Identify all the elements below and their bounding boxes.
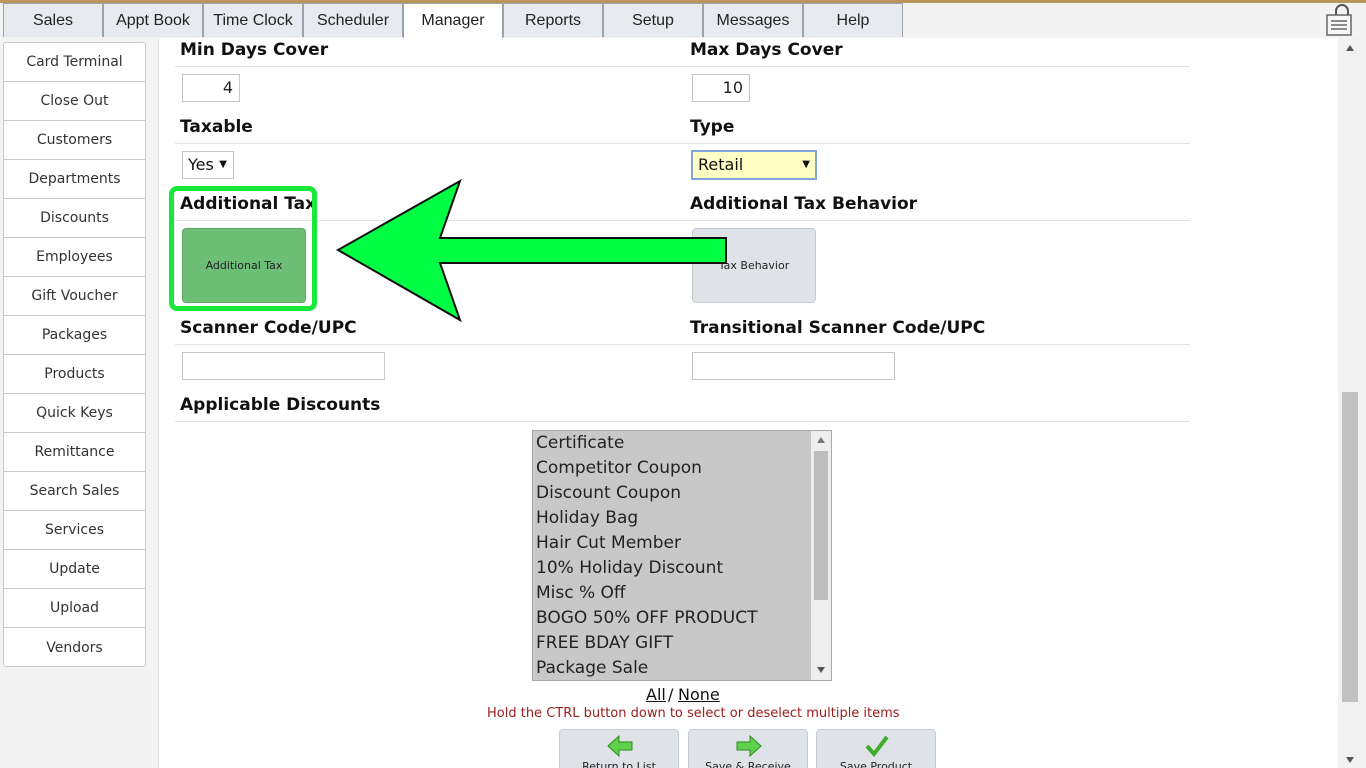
sidebar-item-gift-voucher[interactable]: Gift Voucher: [4, 277, 145, 316]
transitional-scanner-code-label: Transitional Scanner Code/UPC: [690, 318, 986, 338]
sidebar-item-discounts[interactable]: Discounts: [4, 199, 145, 238]
tab-manager[interactable]: Manager: [403, 3, 503, 38]
sidebar-item-update[interactable]: Update: [4, 550, 145, 589]
sidebar-item-search-sales[interactable]: Search Sales: [4, 472, 145, 511]
main-form-panel: Min Days Cover Max Days Cover 4 10 Taxab…: [158, 38, 1338, 768]
sidebar-item-card-terminal[interactable]: Card Terminal: [4, 43, 145, 82]
sidebar: Card Terminal Close Out Customers Depart…: [3, 42, 146, 667]
divider: [175, 143, 1190, 144]
tab-messages[interactable]: Messages: [703, 3, 803, 37]
divider: [175, 66, 1190, 67]
checkmark-icon: [865, 735, 889, 758]
scroll-down-icon[interactable]: [1345, 756, 1355, 764]
chevron-down-icon: ▼: [802, 159, 810, 170]
link-separator: /: [668, 685, 674, 704]
highlight-box: [169, 186, 317, 311]
select-none-link[interactable]: None: [678, 685, 720, 704]
scroll-up-icon[interactable]: [1345, 44, 1355, 52]
tab-time-clock[interactable]: Time Clock: [203, 3, 303, 37]
save-product-button[interactable]: Save Product: [816, 729, 936, 768]
top-nav-bar: Sales Appt Book Time Clock Scheduler Man…: [0, 0, 1366, 38]
applicable-discounts-listbox[interactable]: Certificate Competitor Coupon Discount C…: [532, 430, 832, 681]
sidebar-item-vendors[interactable]: Vendors: [4, 628, 145, 667]
scroll-up-icon[interactable]: [816, 436, 826, 444]
listbox-scrollbar[interactable]: [811, 431, 831, 680]
list-item[interactable]: Hair Cut Member: [536, 531, 681, 556]
taxable-label: Taxable: [180, 117, 253, 137]
tab-setup[interactable]: Setup: [603, 3, 703, 37]
max-days-cover-label: Max Days Cover: [690, 40, 843, 60]
save-and-receive-button[interactable]: Save & Receive: [688, 729, 808, 768]
return-to-list-button[interactable]: Return to List: [559, 729, 679, 768]
listbox-scroll-thumb[interactable]: [814, 451, 828, 600]
multi-select-hint: Hold the CTRL button down to select or d…: [487, 706, 900, 721]
select-all-link[interactable]: All: [646, 685, 666, 704]
applicable-discounts-label: Applicable Discounts: [180, 395, 381, 415]
sidebar-item-services[interactable]: Services: [4, 511, 145, 550]
divider: [175, 344, 1190, 345]
list-item[interactable]: FREE BDAY GIFT: [536, 631, 673, 656]
taxable-select[interactable]: Yes ▼: [182, 151, 234, 179]
taxable-select-value: Yes: [188, 155, 214, 174]
list-item[interactable]: Discount Coupon: [536, 481, 681, 506]
list-item[interactable]: 10% Holiday Discount: [536, 556, 723, 581]
list-item[interactable]: Package Sale: [536, 656, 648, 681]
transitional-scanner-code-input[interactable]: [692, 352, 895, 380]
sidebar-item-upload[interactable]: Upload: [4, 589, 145, 628]
forward-arrow-icon: [736, 734, 762, 758]
tab-appt-book[interactable]: Appt Book: [103, 3, 203, 37]
min-days-cover-input[interactable]: 4: [182, 74, 240, 102]
sidebar-item-packages[interactable]: Packages: [4, 316, 145, 355]
list-item[interactable]: Certificate: [536, 431, 624, 456]
save-product-label: Save Product: [839, 760, 913, 768]
scanner-code-input[interactable]: [182, 352, 385, 380]
sidebar-item-quick-keys[interactable]: Quick Keys: [4, 394, 145, 433]
list-item[interactable]: BOGO 50% OFF PRODUCT: [536, 606, 757, 631]
scroll-down-icon[interactable]: [816, 666, 826, 674]
tab-help[interactable]: Help: [803, 3, 903, 37]
type-label: Type: [690, 117, 735, 137]
sidebar-item-remittance[interactable]: Remittance: [4, 433, 145, 472]
tab-scheduler[interactable]: Scheduler: [303, 3, 403, 37]
chevron-down-icon: ▼: [219, 159, 227, 170]
pointer-arrow-icon: [335, 178, 727, 323]
page-scrollbar[interactable]: [1340, 38, 1360, 768]
type-select-value: Retail: [698, 155, 744, 174]
list-item[interactable]: Holiday Bag: [536, 506, 638, 531]
sidebar-item-employees[interactable]: Employees: [4, 238, 145, 277]
tab-reports[interactable]: Reports: [503, 3, 603, 37]
tab-sales[interactable]: Sales: [3, 3, 103, 37]
lock-icon[interactable]: [1324, 4, 1354, 36]
list-item[interactable]: Misc % Off: [536, 581, 626, 606]
back-arrow-icon: [607, 734, 633, 758]
divider: [175, 421, 1190, 422]
sidebar-item-close-out[interactable]: Close Out: [4, 82, 145, 121]
return-to-list-label: Return to List: [582, 760, 656, 768]
min-days-cover-label: Min Days Cover: [180, 40, 329, 60]
sidebar-item-departments[interactable]: Departments: [4, 160, 145, 199]
save-and-receive-label: Save & Receive: [705, 760, 791, 768]
sidebar-item-customers[interactable]: Customers: [4, 121, 145, 160]
list-item[interactable]: Competitor Coupon: [536, 456, 702, 481]
max-days-cover-input[interactable]: 10: [692, 74, 750, 102]
sidebar-item-products[interactable]: Products: [4, 355, 145, 394]
page-scroll-thumb[interactable]: [1342, 392, 1358, 702]
